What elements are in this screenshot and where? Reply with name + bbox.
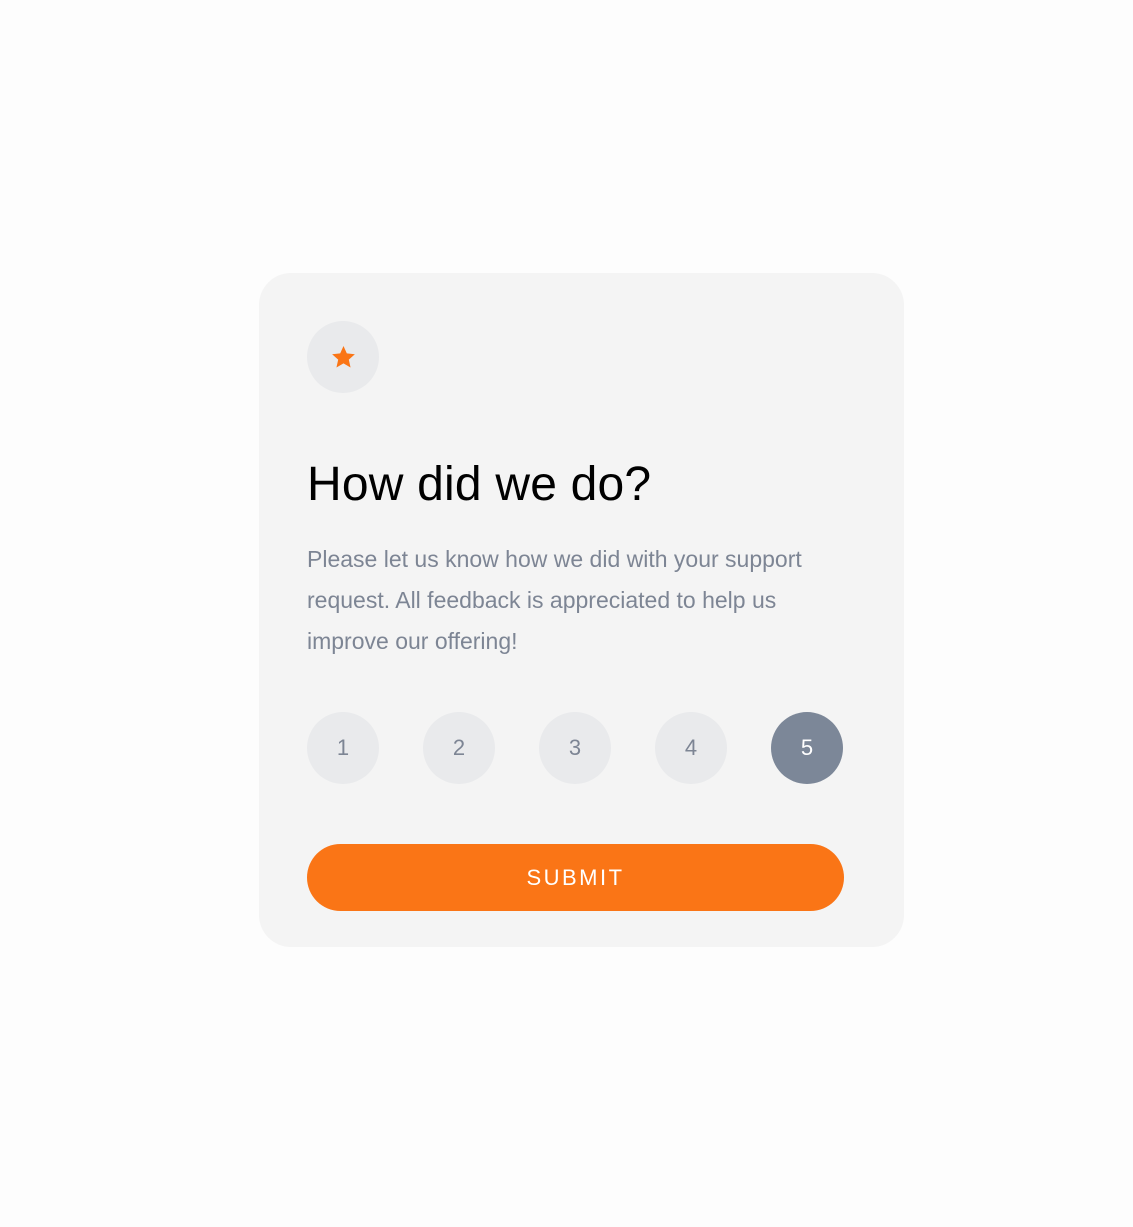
submit-button[interactable]: SUBMIT — [307, 844, 844, 911]
star-badge — [307, 321, 379, 393]
rating-card: How did we do? Please let us know how we… — [259, 273, 904, 947]
rating-options: 1 2 3 4 5 — [307, 712, 844, 784]
rating-button-1[interactable]: 1 — [307, 712, 379, 784]
rating-button-3[interactable]: 3 — [539, 712, 611, 784]
rating-button-4[interactable]: 4 — [655, 712, 727, 784]
rating-button-2[interactable]: 2 — [423, 712, 495, 784]
rating-button-5[interactable]: 5 — [771, 712, 843, 784]
star-icon — [331, 345, 355, 367]
card-description: Please let us know how we did with your … — [307, 546, 802, 654]
card-title: How did we do? — [307, 458, 652, 511]
